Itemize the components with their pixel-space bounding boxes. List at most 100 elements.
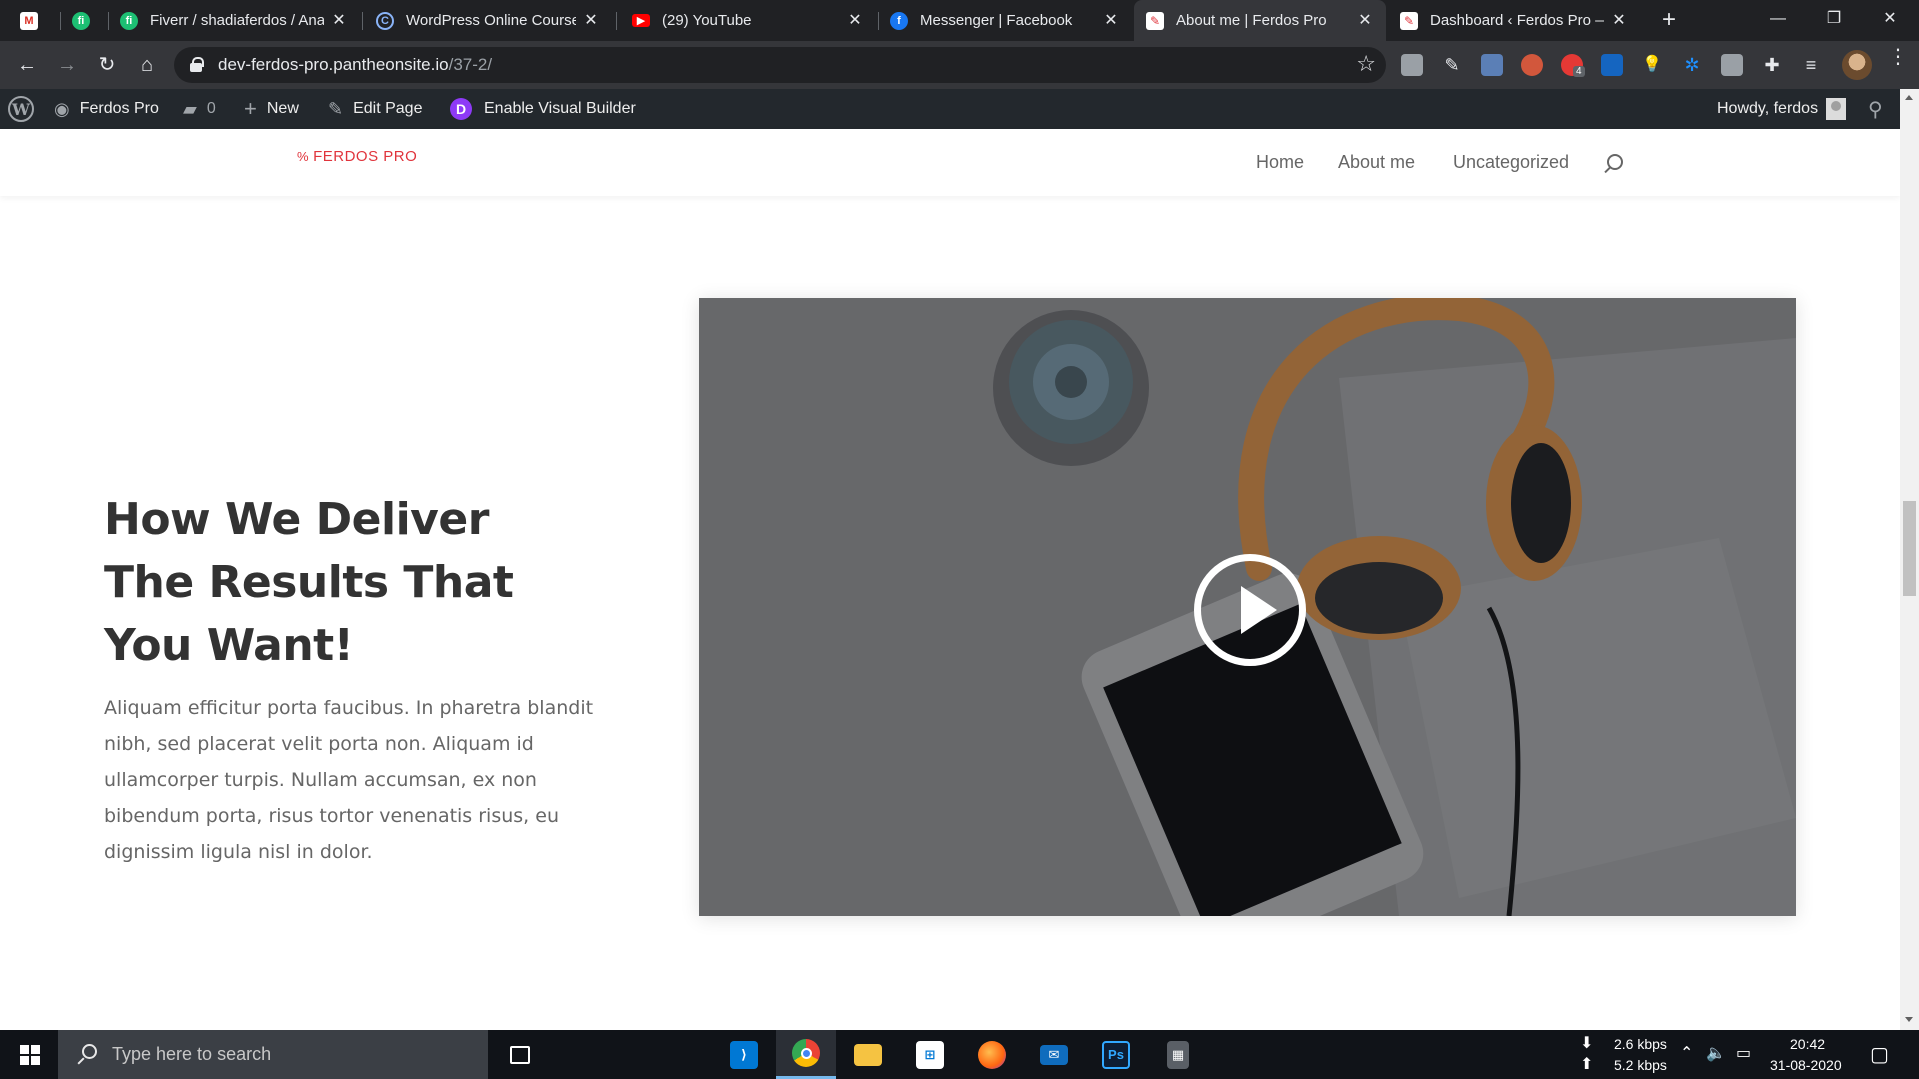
site-header: % FERDOS PRO Home About me Uncategorized: [0, 129, 1900, 196]
tab-gmail[interactable]: M: [14, 0, 54, 41]
cast-extension-icon[interactable]: [1401, 54, 1423, 76]
close-tab-icon[interactable]: ✕: [1102, 12, 1120, 30]
tab-about-me[interactable]: ✎ About me | Ferdos Pro ✕: [1134, 0, 1386, 41]
tab-title: Fiverr / shadiaferdos / Ana: [150, 12, 324, 29]
tab-title: About me | Ferdos Pro: [1176, 12, 1327, 29]
nav-about-me[interactable]: About me: [1338, 152, 1415, 173]
start-button[interactable]: [0, 1030, 58, 1079]
video-player[interactable]: [699, 298, 1796, 916]
wp-new-content[interactable]: + New: [244, 89, 299, 129]
pen-extension-icon[interactable]: ✎: [1441, 54, 1463, 76]
taskbar-mail[interactable]: ✉: [1024, 1030, 1084, 1079]
profile-avatar[interactable]: [1842, 50, 1872, 80]
tab-dashboard[interactable]: ✎ Dashboard ‹ Ferdos Pro — ✕: [1388, 0, 1640, 41]
nav-home[interactable]: Home: [1256, 152, 1304, 173]
wp-site-name[interactable]: ◉ Ferdos Pro: [54, 89, 159, 129]
close-tab-icon[interactable]: ✕: [846, 12, 864, 30]
notifications-icon[interactable]: ▢: [1870, 1042, 1889, 1067]
wp-admin-bar: W ◉ Ferdos Pro ▰ 0 + New ✎ Edit Page D E…: [0, 89, 1900, 129]
search-placeholder: Type here to search: [112, 1044, 272, 1064]
wp-my-account[interactable]: Howdy, ferdos: [1717, 89, 1847, 129]
wordpress-logo-icon: W: [8, 96, 34, 122]
task-view-button[interactable]: [490, 1030, 550, 1079]
taskbar-store[interactable]: ⊞: [900, 1030, 960, 1079]
reload-button[interactable]: ↻: [93, 51, 121, 79]
scroll-down-arrow-icon[interactable]: [1905, 1017, 1913, 1022]
camera-extension-icon[interactable]: [1481, 54, 1503, 76]
site-search-icon[interactable]: [1602, 154, 1623, 176]
tab-wordpress-course[interactable]: C WordPress Online Course ✕: [366, 0, 612, 41]
wp-search-icon[interactable]: ⚲: [1868, 89, 1883, 129]
scroll-up-arrow-icon[interactable]: [1905, 95, 1913, 100]
user-extension-icon[interactable]: [1721, 54, 1743, 76]
reading-list-icon[interactable]: ≡: [1800, 54, 1822, 76]
play-button-icon[interactable]: [1194, 554, 1306, 666]
puzzle-extensions-icon[interactable]: ✚: [1761, 54, 1783, 76]
wp-logo-menu[interactable]: W: [8, 89, 34, 129]
course-icon: C: [376, 11, 394, 30]
taskbar-calculator[interactable]: ▦: [1148, 1030, 1208, 1079]
search-icon: [76, 1043, 98, 1066]
tab-youtube[interactable]: ▶ (29) YouTube ✕: [620, 0, 876, 41]
browser-toolbar: ← → ↻ ⌂ dev-ferdos-pro.pantheonsite.io/3…: [0, 41, 1919, 89]
url-host: dev-ferdos-pro.pantheonsite.io: [218, 55, 449, 74]
color-extension-icon[interactable]: [1521, 54, 1543, 76]
close-tab-icon[interactable]: ✕: [1610, 12, 1628, 30]
url-text[interactable]: dev-ferdos-pro.pantheonsite.io/37-2/: [218, 55, 492, 75]
windows-taskbar: Type here to search ⟩ ⊞ ✉ Ps ▦ ⬇ ⬆ 2.6 k…: [0, 1030, 1919, 1079]
site-name-label: Ferdos Pro: [79, 100, 159, 117]
clock-date[interactable]: 31-08-2020: [1770, 1057, 1842, 1073]
taskbar-firefox[interactable]: [962, 1030, 1022, 1079]
minimize-button[interactable]: —: [1750, 0, 1806, 41]
taskbar-file-explorer[interactable]: [838, 1030, 898, 1079]
lock-icon[interactable]: [190, 57, 204, 72]
nav-uncategorized[interactable]: Uncategorized: [1453, 152, 1569, 173]
back-button[interactable]: ←: [13, 51, 41, 79]
taskbar-vscode[interactable]: ⟩: [714, 1030, 774, 1079]
volume-icon[interactable]: 🔈: [1706, 1043, 1726, 1063]
tab-fiverr[interactable]: fi Fiverr / shadiaferdos / Ana ✕: [112, 0, 360, 41]
logo-mark-icon: %: [297, 149, 310, 164]
taskbar-chrome[interactable]: [776, 1030, 836, 1079]
adblock-extension-icon[interactable]: 4: [1561, 54, 1585, 77]
chrome-menu-icon[interactable]: ⋮: [1888, 47, 1908, 77]
site-logo[interactable]: % FERDOS PRO: [297, 148, 417, 165]
section-body-text: Aliquam efficitur porta faucibus. In pha…: [104, 697, 594, 863]
network-icon[interactable]: ▭: [1736, 1043, 1751, 1063]
fiverr-icon: fi: [120, 11, 138, 30]
page-scrollbar[interactable]: [1900, 89, 1919, 1030]
wp-edit-page[interactable]: ✎ Edit Page: [328, 89, 422, 129]
settings-extension-icon[interactable]: [1601, 54, 1623, 76]
tab-messenger[interactable]: f Messenger | Facebook ✕: [882, 0, 1132, 41]
taskbar-photoshop[interactable]: Ps: [1086, 1030, 1146, 1079]
tab-fiverr-pinned[interactable]: fi: [64, 0, 104, 41]
close-window-button[interactable]: ✕: [1862, 0, 1918, 41]
visual-builder-label: Enable Visual Builder: [484, 100, 636, 117]
scrollbar-thumb[interactable]: [1903, 501, 1916, 596]
restore-button[interactable]: ❐: [1806, 0, 1862, 41]
home-button[interactable]: ⌂: [133, 51, 161, 79]
chevron-up-icon[interactable]: ⌃: [1680, 1043, 1693, 1063]
sparkle-extension-icon[interactable]: ✲: [1681, 54, 1703, 76]
pencil-icon: ✎: [328, 98, 344, 119]
download-arrow-icon: ⬇: [1580, 1035, 1594, 1052]
vscode-icon: ⟩: [730, 1040, 758, 1069]
tab-title: WordPress Online Course: [406, 12, 576, 29]
chrome-icon: [792, 1039, 820, 1067]
close-tab-icon[interactable]: ✕: [330, 12, 348, 30]
clock-time[interactable]: 20:42: [1790, 1036, 1825, 1052]
wp-visual-builder[interactable]: D Enable Visual Builder: [450, 89, 636, 129]
new-tab-button[interactable]: +: [1656, 8, 1682, 34]
bookmark-star-icon[interactable]: ☆: [1356, 51, 1376, 77]
address-bar[interactable]: dev-ferdos-pro.pantheonsite.io/37-2/ ☆: [174, 47, 1386, 83]
wp-comments[interactable]: ▰ 0: [183, 89, 216, 129]
close-tab-icon[interactable]: ✕: [1356, 12, 1374, 30]
photoshop-icon: Ps: [1102, 1040, 1130, 1069]
bulb-extension-icon[interactable]: 💡: [1641, 54, 1663, 76]
taskbar-search-box[interactable]: Type here to search: [58, 1030, 488, 1079]
forward-button[interactable]: →: [53, 51, 81, 79]
divi-icon: D: [450, 98, 472, 120]
gmail-icon: M: [20, 11, 38, 30]
close-tab-icon[interactable]: ✕: [582, 12, 600, 30]
browser-tab-strip: M fi fi Fiverr / shadiaferdos / Ana ✕ C …: [0, 0, 1919, 41]
